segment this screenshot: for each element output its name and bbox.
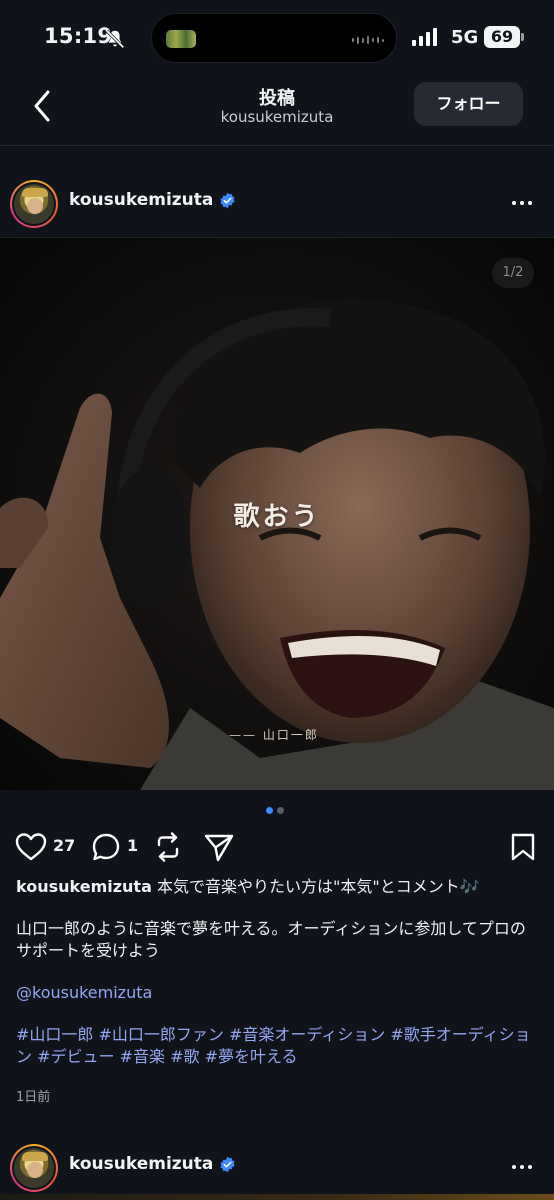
comment-count[interactable]: 1 (127, 836, 138, 855)
follow-button[interactable]: フォロー (414, 82, 523, 126)
heart-icon[interactable] (15, 832, 47, 862)
avatar[interactable] (10, 180, 58, 228)
caption-body: 山口一郎のように音楽で夢を叶える。オーディションに参加してプロのサポートを受けよ… (16, 919, 526, 960)
post-actions: 27 1 (0, 828, 554, 866)
next-post-header: kousukemizuta (0, 1132, 554, 1200)
caption-hashtags[interactable]: #山口一郎 #山口一郎ファン #音楽オーディション #歌手オーディション #デビ… (16, 1024, 538, 1068)
post-timestamp: 1日前 (16, 1090, 51, 1105)
caption-first-line: kousukemizuta 本気で音楽やりたい方は"本気"とコメント🎶 (16, 876, 538, 898)
clock: 15:19 (44, 24, 113, 48)
username-text[interactable]: kousukemizuta (69, 190, 213, 210)
verified-badge-icon (220, 192, 235, 208)
caption-text: 本気で音楽やりたい方は"本気"とコメント🎶 (156, 877, 480, 896)
post-header: kousukemizuta (0, 168, 554, 238)
network-type: 5G (451, 27, 479, 48)
carousel-dot (277, 807, 284, 814)
comment-icon[interactable] (91, 832, 121, 862)
like-count[interactable]: 27 (53, 836, 75, 855)
repost-icon[interactable] (154, 832, 182, 862)
post-caption: kousukemizuta 本気で音楽やりたい方は"本気"とコメント🎶 山口一郎… (16, 876, 538, 1068)
post-username[interactable]: kousukemizuta (69, 1154, 236, 1174)
dynamic-island[interactable] (151, 13, 397, 63)
status-bar: 15:19 5G 69 (0, 0, 554, 76)
verified-badge-icon (220, 1156, 235, 1172)
post-username[interactable]: kousukemizuta (69, 190, 236, 210)
post-image[interactable]: 1/2 歌おう —— 山口一郎 (0, 238, 554, 790)
now-playing-thumbnail (166, 30, 196, 48)
avatar[interactable] (10, 1144, 58, 1192)
carousel-page-indicator: 1/2 (492, 258, 534, 288)
bell-muted-icon (105, 29, 125, 49)
nav-bar: 投稿 kousukemizuta フォロー (0, 76, 554, 146)
username-text[interactable]: kousukemizuta (69, 1154, 213, 1174)
share-send-icon[interactable] (203, 832, 235, 862)
battery-icon: 69 (484, 26, 524, 48)
caption-username[interactable]: kousukemizuta (16, 877, 152, 896)
signal-icon (412, 28, 437, 46)
carousel-dots (266, 807, 284, 814)
image-overlay-attribution: —— 山口一郎 (229, 728, 319, 742)
audio-waveform-icon (352, 36, 384, 44)
carousel-dot-active (266, 807, 273, 814)
caption-mention[interactable]: @kousukemizuta (16, 982, 538, 1004)
more-options-icon[interactable] (512, 1165, 532, 1169)
bookmark-icon[interactable] (510, 832, 536, 862)
next-post-image-edge[interactable] (0, 1194, 554, 1200)
image-overlay-text: 歌おう (233, 502, 321, 532)
more-options-icon[interactable] (512, 201, 532, 205)
